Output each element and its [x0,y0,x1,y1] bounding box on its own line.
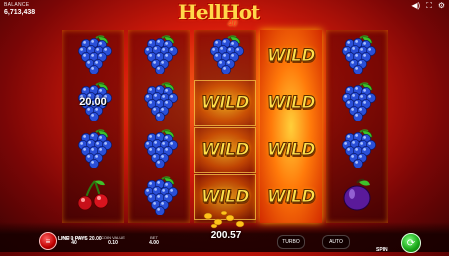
grapes-icon [338,34,376,79]
wild-label: WILD [200,93,250,114]
turbo-button[interactable]: TURBO [277,235,305,249]
bet-value: 4.00 [149,240,159,246]
grapes-icon [338,81,376,126]
balance-label: BALANCE [4,2,30,8]
grapes-icon [140,175,178,220]
spin-label: SPIN [376,247,388,253]
wild-symbol: WILD [260,33,322,79]
grapes-symbol [62,127,124,173]
grapes-symbol [128,127,190,173]
plum-symbol [326,174,388,220]
plum-icon [340,177,374,218]
logo-title: HellHot [178,0,260,24]
coin-shower-graphic [203,210,245,229]
balance-display: BALANCE 6,713,438 [4,2,35,16]
grapes-symbol [326,80,388,126]
game-logo: HellHot 40 [178,0,260,28]
grapes-icon [206,34,244,79]
cherries-symbol [62,174,124,220]
wild-symbol: WILD [194,127,256,173]
total-win-display: 200.57 [210,230,242,241]
auto-label: AUTO [329,239,343,245]
grapes-icon [74,34,112,79]
turbo-label: TURBO [282,239,300,245]
spin-button[interactable]: ⟳ [401,233,421,253]
coin-value-label: COIN VALUE [101,235,125,240]
spin-label-wrap: SPIN [376,238,388,256]
reel-2 [128,30,190,223]
fixed-lines-display: FIXED LINES 40 [60,235,88,246]
logo-number: 40 [228,19,237,28]
wild-symbol: WILD [260,174,322,220]
grapes-symbol: 20.00 [62,80,124,126]
wild-label: WILD [266,140,316,161]
reel-5 [326,30,388,223]
reel-4: WILD WILD WILD WILD [260,30,322,223]
reel-3: WILD WILD WILD [194,30,256,223]
grapes-symbol [62,33,124,79]
top-bar: BALANCE 6,713,438 HellHot 40 ◀) ⛶ ⚙ [0,0,449,29]
wild-label: WILD [266,46,316,67]
refresh-icon: ⟳ [406,237,416,249]
coin-value-control[interactable]: COIN VALUE 0.10 [98,235,128,246]
wild-symbol: WILD [194,80,256,126]
fixed-lines-label: FIXED LINES [61,235,87,240]
settings-icon[interactable]: ⚙ [438,2,445,10]
bet-control[interactable]: BET 4.00 [142,235,166,246]
grapes-symbol [128,80,190,126]
wild-label: WILD [200,140,250,161]
menu-button[interactable]: ≡ [39,232,57,250]
grapes-symbol [194,33,256,79]
top-icons: ◀) ⛶ ⚙ [411,2,445,10]
auto-button[interactable]: AUTO [322,235,350,249]
line-win-value: 20.00 [79,96,107,108]
grapes-icon [338,128,376,173]
coin-value-value: 0.10 [108,240,118,246]
grapes-icon [140,128,178,173]
grapes-symbol [326,127,388,173]
wild-label: WILD [266,93,316,114]
grapes-symbol [326,33,388,79]
reels-area: 20.00 WILD WILD WILD WILD WILD WILD WILD [62,30,388,223]
wild-symbol: WILD [260,127,322,173]
wild-symbol: WILD [260,80,322,126]
bet-label: BET [150,235,158,240]
wild-label: WILD [200,187,250,208]
fixed-lines-value: 40 [71,240,77,246]
wild-label: WILD [266,187,316,208]
grapes-icon [140,34,178,79]
cherries-icon [75,177,111,218]
grapes-symbol [128,174,190,220]
balance-value: 6,713,438 [4,9,36,16]
grapes-symbol [128,33,190,79]
grapes-icon [140,81,178,126]
grapes-icon [74,128,112,173]
sound-icon[interactable]: ◀) [411,2,420,10]
reel-1: 20.00 [62,30,124,223]
fullscreen-icon[interactable]: ⛶ [426,2,432,10]
